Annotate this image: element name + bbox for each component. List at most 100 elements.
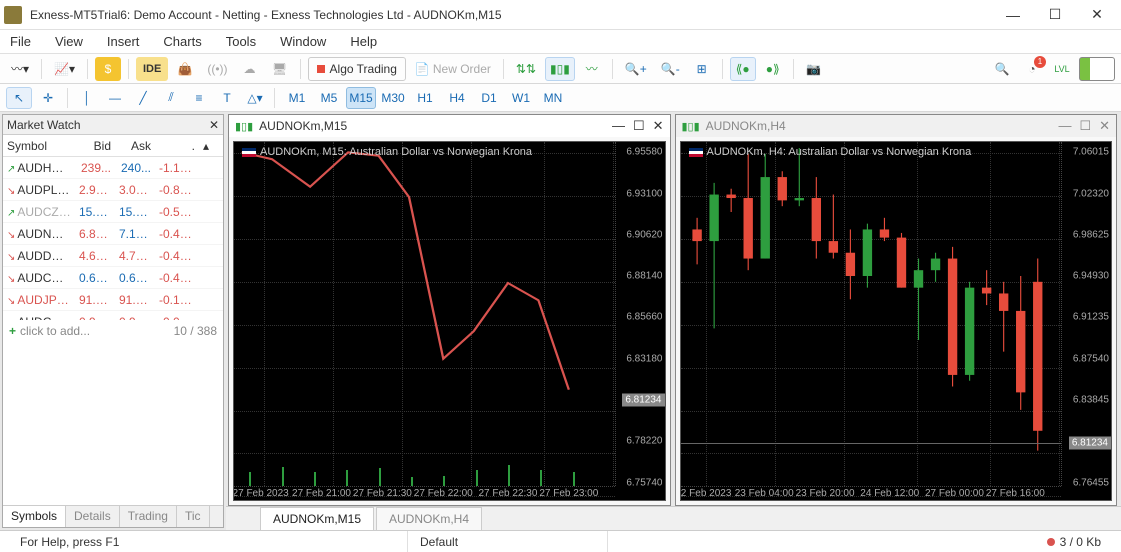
channel-icon[interactable]: ⫽ [159, 87, 183, 109]
market-watch-row[interactable]: AUDPLNm2.93...3.05...-0.87% [3, 179, 223, 201]
mw-tab-symbols[interactable]: Symbols [3, 506, 66, 527]
auto-scroll-icon[interactable]: ⟪● [730, 57, 756, 81]
market-watch-row[interactable]: AUDHUFm239...240...-1.12% [3, 157, 223, 179]
symbol-count: 10 / 388 [174, 324, 217, 338]
drawing-toolbar: ↖ ✛ │ — ╱ ⫽ ≡ T △▾ M1M5M15M30H1H4D1W1MN [0, 84, 1121, 112]
search-icon[interactable]: 🔍 [989, 57, 1015, 81]
chart1-close-icon[interactable]: ✕ [653, 118, 664, 134]
horizontal-line-icon[interactable]: — [103, 87, 127, 109]
vps-icon[interactable]: 🖥 [267, 57, 293, 81]
minimize-button[interactable]: — [993, 1, 1033, 29]
chart1-line [234, 142, 615, 486]
new-order-button[interactable]: 📄 New Order [410, 57, 496, 81]
column-change[interactable]: . [155, 139, 199, 153]
market-watch-row[interactable]: AUDNOK...6.81...7.12...-0.47% [3, 223, 223, 245]
chart2-price-tag: 6.81234 [1069, 436, 1111, 449]
market-watch-row[interactable]: AUDJPYm91.73691.783-0.12% [3, 289, 223, 311]
menu-tools[interactable]: Tools [226, 34, 256, 49]
market-watch-row[interactable]: AUDCAD...0.91...0.91...-0.09% [3, 311, 223, 320]
chart-style-dropdown-icon[interactable]: 📈▾ [49, 57, 80, 81]
mw-tab-trading[interactable]: Trading [120, 506, 177, 527]
menu-view[interactable]: View [55, 34, 83, 49]
bar-chart-icon[interactable]: ⇅⇅ [511, 57, 541, 81]
market-watch-row[interactable]: AUDCZKm15.0...15.0...-0.51% [3, 201, 223, 223]
status-profile[interactable]: Default [408, 531, 608, 552]
column-ask[interactable]: Ask [115, 139, 155, 153]
fibonacci-icon[interactable]: ≡ [187, 87, 211, 109]
camera-icon[interactable]: 📷 [801, 57, 827, 81]
column-symbol[interactable]: Symbol [3, 139, 75, 153]
chart-shift-icon[interactable]: ●⟫ [760, 57, 786, 81]
mw-tab-details[interactable]: Details [66, 506, 120, 527]
notifications-icon[interactable]: ◔1 [1019, 57, 1045, 81]
timeframe-MN[interactable]: MN [538, 87, 568, 109]
chart2-titlebar[interactable]: ▮▯▮ AUDNOKm,H4 — ☐ ✕ [676, 115, 1117, 137]
chart2-minimize-icon[interactable]: — [1058, 118, 1071, 134]
close-button[interactable]: ✕ [1077, 1, 1117, 29]
chart1-minimize-icon[interactable]: — [612, 118, 625, 134]
wifi-icon[interactable]: ((•)) [202, 57, 232, 81]
chart-icon: ▮▯▮ [682, 120, 700, 133]
zoom-in-icon[interactable]: 🔍+ [620, 57, 652, 81]
market-watch-close-icon[interactable]: ✕ [209, 118, 219, 132]
market-watch-add-row[interactable]: + click to add... 10 / 388 [3, 320, 223, 342]
status-network[interactable]: 3 / 0 Kb [1035, 531, 1113, 552]
timeframe-M5[interactable]: M5 [314, 87, 344, 109]
chart-tab[interactable]: AUDNOKm,H4 [376, 507, 482, 530]
chart1-body[interactable]: AUDNOKm, M15: Australian Dollar vs Norwe… [233, 141, 666, 501]
menu-help[interactable]: Help [350, 34, 377, 49]
chart2-close-icon[interactable]: ✕ [1099, 118, 1110, 134]
app-icon [4, 6, 22, 24]
text-icon[interactable]: T [215, 87, 239, 109]
timeframe-H4[interactable]: H4 [442, 87, 472, 109]
vertical-line-icon[interactable]: │ [75, 87, 99, 109]
level-icon[interactable]: LVL [1049, 57, 1075, 81]
chart-window-1: ▮▯▮ AUDNOKm,M15 — ☐ ✕ AUDNOKm, M15: Aust… [228, 114, 671, 506]
maximize-button[interactable]: ☐ [1035, 1, 1075, 29]
market-watch-panel: Market Watch ✕ Symbol Bid Ask . ▴ AUDHUF… [2, 114, 224, 528]
menu-insert[interactable]: Insert [107, 34, 140, 49]
timeframe-M1[interactable]: M1 [282, 87, 312, 109]
market-watch-row[interactable]: AUDCHFm0.63...0.63...-0.45% [3, 267, 223, 289]
market-watch-tabs: SymbolsDetailsTradingTic [3, 505, 223, 527]
market-watch-header: Market Watch ✕ [3, 115, 223, 135]
menu-charts[interactable]: Charts [163, 34, 201, 49]
dollar-icon[interactable]: $ [95, 57, 121, 81]
market-watch-rows: AUDHUFm239...240...-1.12%AUDPLNm2.93...3… [3, 157, 223, 320]
timeframe-M15[interactable]: M15 [346, 87, 376, 109]
add-symbol-label: click to add... [20, 324, 90, 338]
cloud-icon[interactable]: ☁ [237, 57, 263, 81]
timeframe-W1[interactable]: W1 [506, 87, 536, 109]
menu-file[interactable]: File [10, 34, 31, 49]
market-watch-row[interactable]: AUDDKKm4.69...4.75...-0.46% [3, 245, 223, 267]
market-watch-columns: Symbol Bid Ask . ▴ [3, 135, 223, 157]
line-chart-icon[interactable]: 〰 [579, 57, 605, 81]
chart-window-2: ▮▯▮ AUDNOKm,H4 — ☐ ✕ AUDNOKm, H4: Austra… [675, 114, 1118, 506]
trend-line-icon[interactable]: ╱ [131, 87, 155, 109]
chart2-maximize-icon[interactable]: ☐ [1079, 118, 1091, 134]
candle-chart-icon[interactable]: ▮▯▮ [545, 57, 575, 81]
algo-trading-button[interactable]: Algo Trading [308, 57, 406, 81]
crosshair-icon[interactable]: ✛ [36, 87, 60, 109]
network-dot-icon [1047, 538, 1055, 546]
chart2-body[interactable]: AUDNOKm, H4: Australian Dollar vs Norweg… [680, 141, 1113, 501]
scroll-up-icon[interactable]: ▴ [199, 139, 211, 153]
zoom-out-icon[interactable]: 🔍- [656, 57, 685, 81]
line-dropdown-icon[interactable]: 〰▾ [6, 57, 34, 81]
battery-icon[interactable] [1079, 57, 1115, 81]
ide-button[interactable]: IDE [136, 57, 168, 81]
chart-tab[interactable]: AUDNOKm,M15 [260, 507, 374, 530]
tile-windows-icon[interactable]: ⊞ [689, 57, 715, 81]
chart1-maximize-icon[interactable]: ☐ [633, 118, 645, 134]
timeframe-M30[interactable]: M30 [378, 87, 408, 109]
shapes-dropdown-icon[interactable]: △▾ [243, 87, 267, 109]
timeframe-H1[interactable]: H1 [410, 87, 440, 109]
chart1-titlebar[interactable]: ▮▯▮ AUDNOKm,M15 — ☐ ✕ [229, 115, 670, 137]
cursor-icon[interactable]: ↖ [6, 87, 32, 109]
timeframe-D1[interactable]: D1 [474, 87, 504, 109]
menu-window[interactable]: Window [280, 34, 326, 49]
shopping-bag-icon[interactable]: 👜 [172, 57, 198, 81]
mw-tab-tic[interactable]: Tic [177, 506, 210, 527]
chart-icon: ▮▯▮ [235, 120, 253, 133]
column-bid[interactable]: Bid [75, 139, 115, 153]
